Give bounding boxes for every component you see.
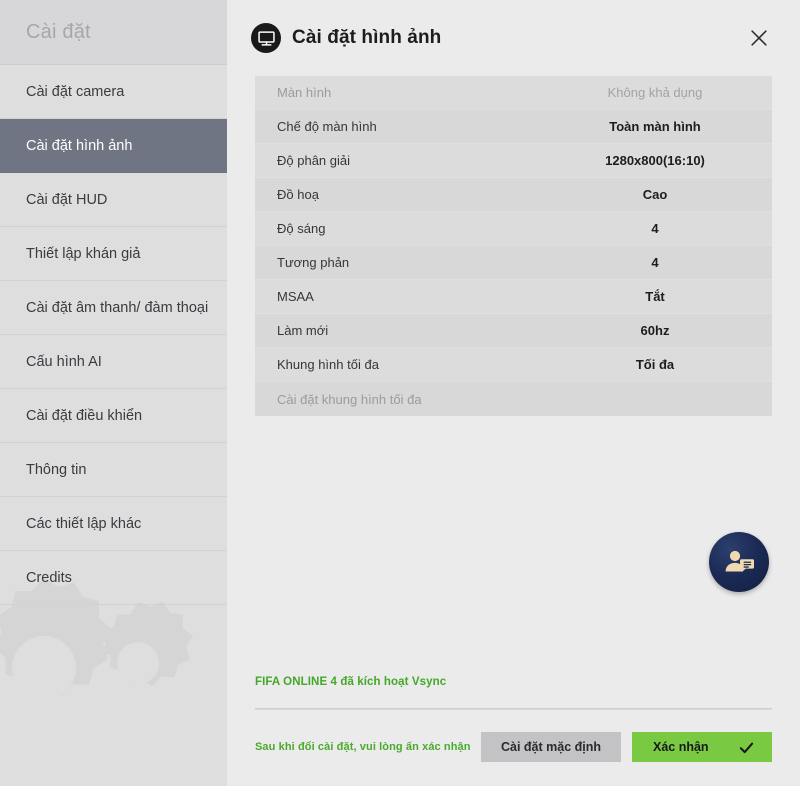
sidebar-header-label: Cài đặt: [26, 20, 91, 43]
table-row[interactable]: Làm mới 60hz: [255, 314, 772, 348]
setting-value: 1280x800(16:10): [605, 153, 705, 168]
table-row[interactable]: Tương phản 4: [255, 246, 772, 280]
sidebar-item-audio[interactable]: Cài đặt âm thanh/ đàm thoại: [0, 281, 227, 335]
sidebar-item-hud[interactable]: Cài đặt HUD: [0, 173, 227, 227]
image-settings-panel: Cài đặt hình ảnh Màn hình Không khả dụng…: [227, 0, 800, 786]
confirm-hint: Sau khi đổi cài đặt, vui lòng ấn xác nhậ…: [255, 741, 471, 753]
table-row[interactable]: Màn hình Không khả dụng: [255, 76, 772, 110]
table-row[interactable]: MSAA Tắt: [255, 280, 772, 314]
setting-value: Toàn màn hình: [609, 119, 701, 134]
table-row[interactable]: Chế độ màn hình Toàn màn hình: [255, 110, 772, 144]
sidebar-item-camera[interactable]: Cài đặt camera: [0, 65, 227, 119]
setting-key: Chế độ màn hình: [277, 119, 377, 134]
table-row[interactable]: Độ sáng 4: [255, 212, 772, 246]
setting-value: 4: [651, 255, 659, 270]
sidebar-item-controls[interactable]: Cài đặt điều khiển: [0, 389, 227, 443]
confirm-button[interactable]: Xác nhận: [632, 732, 772, 762]
setting-key: Tương phản: [277, 255, 350, 270]
sidebar: Cài đặt Cài đặt camera Cài đặt hình ảnh …: [0, 0, 227, 786]
image-settings-table: Màn hình Không khả dụng Chế độ màn hình …: [255, 76, 772, 416]
setting-value: 60hz: [640, 323, 670, 338]
check-icon: [738, 739, 755, 756]
setting-value: 4: [651, 221, 659, 236]
table-row: Cài đặt khung hình tối đa: [255, 382, 772, 416]
setting-value: Tối đa: [635, 357, 675, 372]
setting-key: Đồ hoạ: [277, 187, 319, 202]
setting-key: Làm mới: [277, 323, 329, 338]
setting-key: Cài đặt khung hình tối đa: [277, 391, 422, 407]
gears-icon: [98, 601, 193, 686]
panel-footer: FIFA ONLINE 4 đã kích hoạt Vsync Sau khi…: [227, 676, 800, 786]
setting-key: Màn hình: [277, 85, 332, 100]
user-chat-glyph: [725, 550, 754, 573]
sidebar-item-credits[interactable]: Credits: [0, 551, 227, 605]
sidebar-item-image[interactable]: Cài đặt hình ảnh: [0, 119, 227, 173]
table-row[interactable]: Đồ hoạ Cao: [255, 178, 772, 212]
settings-window: Cài đặt Cài đặt camera Cài đặt hình ảnh …: [0, 0, 800, 786]
setting-key: MSAA: [277, 289, 314, 304]
setting-key: Độ sáng: [277, 221, 326, 236]
setting-value: Tắt: [645, 289, 665, 304]
close-icon[interactable]: [744, 23, 774, 53]
setting-value: Không khả dụng: [607, 85, 703, 100]
monitor-icon: [251, 23, 281, 53]
sidebar-item-ai[interactable]: Cấu hình AI: [0, 335, 227, 389]
sidebar-header: Cài đặt: [0, 0, 227, 65]
page-title: Cài đặt hình ảnh: [292, 27, 442, 48]
confirm-button-label: Xác nhận: [653, 740, 709, 754]
user-chat-icon[interactable]: [709, 532, 769, 592]
restore-defaults-button[interactable]: Cài đặt mặc định: [481, 732, 621, 762]
table-row[interactable]: Độ phân giải 1280x800(16:10): [255, 144, 772, 178]
vsync-note: FIFA ONLINE 4 đã kích hoạt Vsync: [255, 676, 447, 688]
setting-key: Độ phân giải: [277, 153, 350, 168]
footer-actions: Sau khi đổi cài đặt, vui lòng ấn xác nhậ…: [255, 710, 772, 762]
panel-header: Cài đặt hình ảnh: [227, 0, 800, 76]
sidebar-item-other-settings[interactable]: Các thiết lập khác: [0, 497, 227, 551]
setting-key: Khung hình tối đa: [277, 357, 379, 372]
table-row[interactable]: Khung hình tối đa Tối đa: [255, 348, 772, 382]
sidebar-item-info[interactable]: Thông tin: [0, 443, 227, 497]
sidebar-item-spectator[interactable]: Thiết lập khán giả: [0, 227, 227, 281]
setting-value: Cao: [642, 187, 668, 202]
